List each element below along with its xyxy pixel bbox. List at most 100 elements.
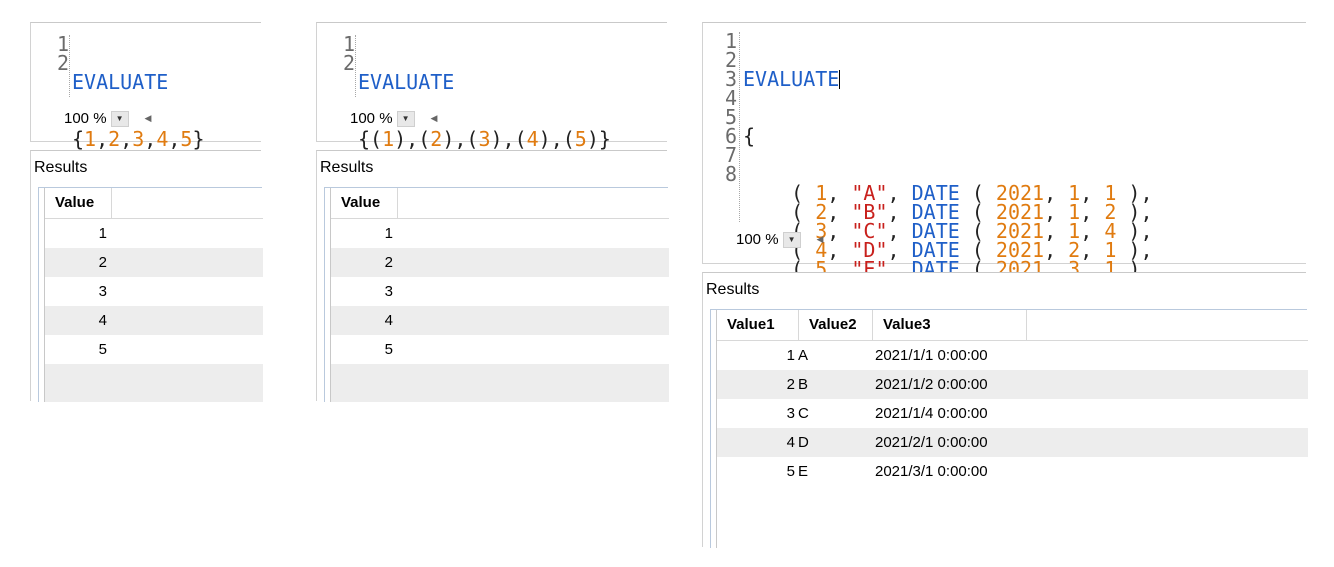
code-number: 2	[430, 127, 443, 151]
cell-value2: A	[798, 347, 809, 364]
results-title: Results	[706, 281, 760, 298]
scroll-left-icon[interactable]: ◀	[817, 234, 824, 245]
code-number: 3	[132, 127, 145, 151]
cell-value: 3	[384, 283, 393, 300]
cell-value: 4	[98, 312, 107, 329]
zoom-control: 100 % ▼ ◀	[350, 110, 437, 127]
scroll-left-icon[interactable]: ◀	[145, 113, 152, 124]
table-row[interactable]: 2	[45, 248, 263, 277]
code-number: 5	[180, 127, 193, 151]
code-line-1: EVALUATE	[72, 70, 169, 94]
code-number: 4	[156, 127, 169, 151]
cell-value3: 2021/1/1 0:00:00	[875, 347, 988, 364]
cell-value3: 2021/2/1 0:00:00	[875, 434, 988, 451]
line-numbers: 1 2	[35, 34, 69, 73]
code-punctuation: ,	[144, 127, 157, 151]
line-number: 2	[342, 51, 355, 75]
cell-value3: 2021/1/4 0:00:00	[875, 405, 988, 422]
table-row[interactable]: 5 E 2021/3/1 0:00:00	[717, 457, 1308, 486]
column-header-value1[interactable]: Value1	[717, 310, 799, 340]
zoom-dropdown-icon[interactable]: ▼	[782, 231, 801, 248]
cell-value: 2	[384, 254, 393, 271]
code-number: 4	[526, 127, 539, 151]
table-row[interactable]: 1 A 2021/1/1 0:00:00	[717, 341, 1308, 370]
results-title: Results	[34, 159, 88, 176]
table-row[interactable]: 1	[45, 219, 263, 248]
zoom-control: 100 % ▼ ◀	[736, 231, 823, 248]
code-line-1: EVALUATE	[358, 70, 455, 94]
column-header-value2[interactable]: Value2	[799, 310, 873, 340]
code-line-2: {1,2,3,4,5}	[72, 127, 205, 151]
query-editor-3[interactable]: 1 2 3 4 5 6 7 8 EVALUATE { ( 1, "A", DAT…	[702, 22, 1306, 336]
code-number: 3	[478, 127, 491, 151]
cell-value: 3	[98, 283, 107, 300]
line-number: 8	[724, 162, 737, 186]
query-panel-2: 1 2 EVALUATE {(1),(2),(3),(4),(5)} 100 %…	[316, 0, 669, 402]
table-row[interactable]: 1	[331, 219, 669, 248]
code-line-2: {(1),(2),(3),(4),(5)}	[358, 127, 611, 151]
table-row[interactable]: 4 D 2021/2/1 0:00:00	[717, 428, 1308, 457]
cell-value: 2	[98, 254, 107, 271]
table-row[interactable]: 3	[331, 277, 669, 306]
code-number: 1	[84, 127, 97, 151]
cell-value1: 3	[786, 405, 795, 422]
cell-value1: 2	[786, 376, 795, 393]
zoom-dropdown-icon[interactable]: ▼	[110, 110, 129, 127]
column-header-value[interactable]: Value	[331, 188, 398, 218]
cell-value2: E	[798, 463, 809, 480]
code-line-1: EVALUATE	[743, 67, 1153, 91]
query-panel-3: 1 2 3 4 5 6 7 8 EVALUATE { ( 1, "A", DAT…	[702, 0, 1308, 548]
cell-value: 5	[98, 341, 107, 358]
line-numbers: 1 2	[321, 34, 355, 75]
cell-value: 1	[384, 225, 393, 242]
code-number: 5	[574, 127, 587, 151]
results-pane-1: Results Value 1 2 3 4 5	[30, 150, 263, 402]
table-row[interactable]: 5	[331, 335, 669, 364]
cell-value3: 2021/1/2 0:00:00	[875, 376, 988, 393]
table-row[interactable]: 5	[45, 335, 263, 364]
results-grid-3[interactable]: Value1 Value2 Value3 1 A 2021/1/1 0:00:00 2…	[710, 309, 1308, 548]
code-line-2: {	[743, 124, 756, 148]
code-punctuation: ,	[96, 127, 109, 151]
cell-value: 4	[384, 312, 393, 329]
table-row[interactable]: 3	[45, 277, 263, 306]
code-punctuation: ,	[168, 127, 181, 151]
query-editor-1[interactable]: 1 2 EVALUATE {1,2,3,4,5} 100 % ▼ ◀	[30, 22, 261, 149]
cell-value2: C	[798, 405, 809, 422]
results-pane-3: Results Value1 Value2 Value3 1 A 2021/1/1 …	[702, 272, 1308, 548]
table-row[interactable]: 4	[331, 306, 669, 335]
column-header-value[interactable]: Value	[45, 188, 112, 218]
code-number: 2	[108, 127, 121, 151]
keyword-evaluate: EVALUATE	[743, 67, 840, 91]
code-number: 1	[382, 127, 395, 151]
zoom-level: 100 %	[64, 110, 107, 127]
code-punctuation: ),(	[394, 127, 431, 151]
cell-value1: 4	[786, 434, 795, 451]
results-grid-1[interactable]: Value 1 2 3 4 5	[38, 187, 263, 402]
query-editor-2[interactable]: 1 2 EVALUATE {(1),(2),(3),(4),(5)} 100 %…	[316, 22, 667, 149]
zoom-dropdown-icon[interactable]: ▼	[396, 110, 415, 127]
column-header-value3[interactable]: Value3	[873, 310, 1027, 340]
cell-value1: 5	[786, 463, 795, 480]
code-punctuation: ),(	[538, 127, 575, 151]
zoom-level: 100 %	[350, 110, 393, 127]
code-punctuation: {(	[358, 127, 383, 151]
results-title: Results	[320, 159, 374, 176]
table-row[interactable]: 3 C 2021/1/4 0:00:00	[717, 399, 1308, 428]
results-pane-2: Results Value 1 2 3 4 5	[316, 150, 669, 402]
code-punctuation: }	[192, 127, 205, 151]
results-grid-2[interactable]: Value 1 2 3 4 5	[324, 187, 669, 402]
cell-value: 1	[98, 225, 107, 242]
scroll-left-icon[interactable]: ◀	[431, 113, 438, 124]
table-empty-area	[717, 496, 1308, 548]
code-punctuation: )}	[586, 127, 611, 151]
table-row[interactable]: 2 B 2021/1/2 0:00:00	[717, 370, 1308, 399]
table-empty-area	[331, 364, 669, 402]
table-row[interactable]: 4	[45, 306, 263, 335]
query-panel-1: 1 2 EVALUATE {1,2,3,4,5} 100 % ▼ ◀ Resul…	[30, 0, 263, 402]
cell-value1: 1	[786, 347, 795, 364]
table-row[interactable]: 2	[331, 248, 669, 277]
table-empty-area	[45, 364, 263, 402]
cell-value3: 2021/3/1 0:00:00	[875, 463, 988, 480]
cell-value2: D	[798, 434, 809, 451]
